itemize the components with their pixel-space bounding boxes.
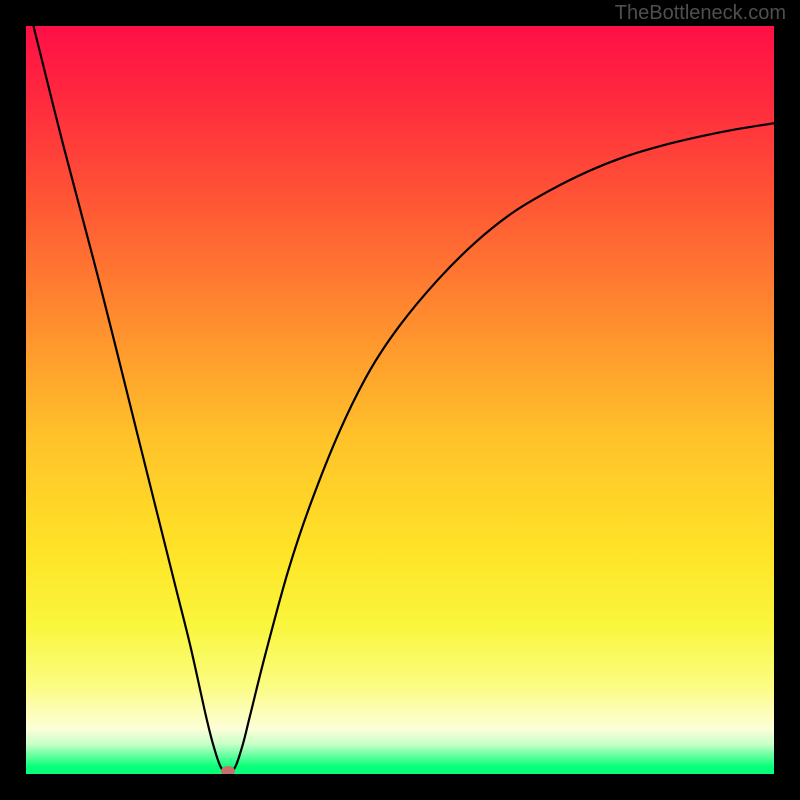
chart-svg bbox=[26, 26, 774, 774]
attribution-text: TheBottleneck.com bbox=[615, 2, 786, 25]
plot-area bbox=[26, 26, 774, 774]
minimum-marker bbox=[221, 766, 235, 774]
bottleneck-curve bbox=[33, 26, 774, 774]
chart-frame: TheBottleneck.com bbox=[0, 0, 800, 800]
